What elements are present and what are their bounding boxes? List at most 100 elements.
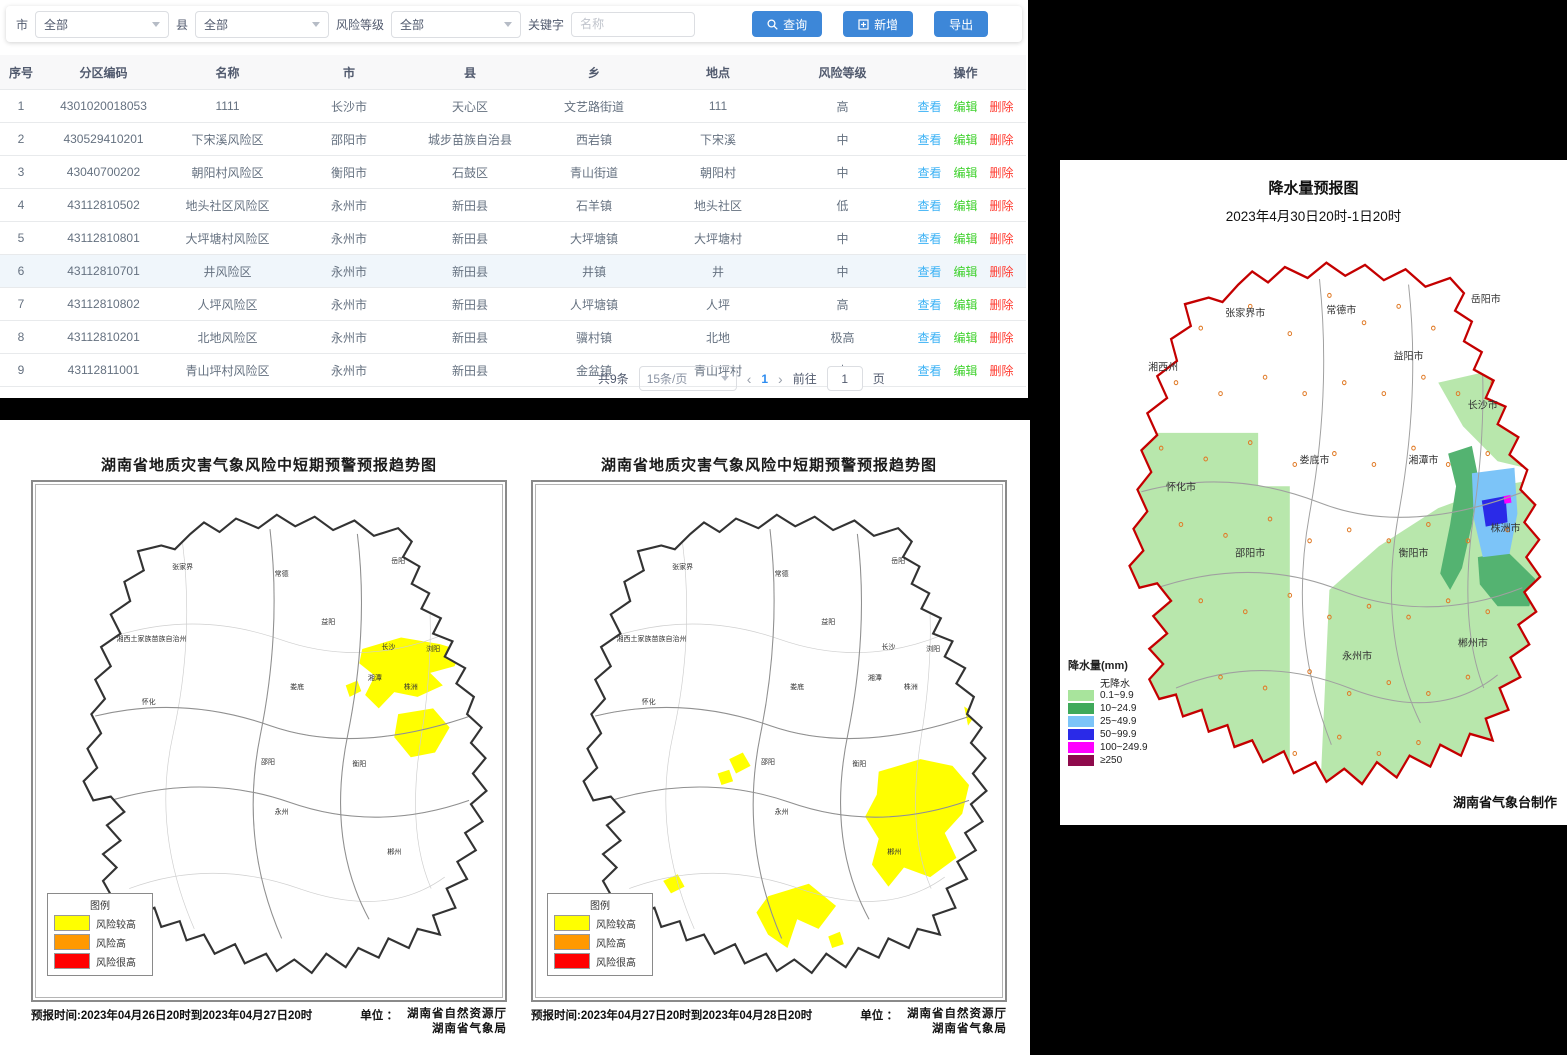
cell: 青山坪村风险区 (165, 354, 290, 387)
map-legend: 图例 风险较高风险高风险很高 (547, 893, 653, 976)
table-row: 543112810801大坪塘村风险区永州市新田县大坪塘镇大坪塘村中查看编辑删除 (0, 222, 1026, 255)
edit-link[interactable]: 编辑 (953, 232, 977, 246)
legend-label: ≥250 (1100, 755, 1122, 766)
delete-link[interactable]: 删除 (990, 364, 1014, 378)
cell: 井 (656, 255, 780, 288)
precip-map: 张家界市常德市岳阳市湘西州益阳市长沙市娄底市湘潭市株洲市怀化市邵阳市衡阳市永州市… (1082, 230, 1557, 808)
unit-org-2: 湖南省气象局 (407, 1022, 507, 1037)
delete-link[interactable]: 删除 (990, 133, 1014, 147)
legend-label: 100~249.9 (1100, 742, 1148, 753)
cell: 1 (0, 90, 42, 123)
cell-actions: 查看编辑删除 (905, 123, 1026, 156)
edit-link[interactable]: 编辑 (953, 166, 977, 180)
view-link[interactable]: 查看 (917, 133, 941, 147)
table-header-row: 序号分区编码名称市县乡地点风险等级操作 (0, 55, 1026, 90)
delete-link[interactable]: 删除 (990, 298, 1014, 312)
legend-swatch (554, 934, 590, 950)
view-link[interactable]: 查看 (917, 100, 941, 114)
page-unit-label: 页 (873, 370, 885, 387)
edit-link[interactable]: 编辑 (953, 364, 977, 378)
add-button[interactable]: 新增 (843, 11, 913, 37)
precip-legend: 降水量(mm) 无降水0.1~9.910~24.925~49.950~99.91… (1068, 657, 1148, 767)
table-row: 443112810502地头社区风险区永州市新田县石羊镇地头社区低查看编辑删除 (0, 189, 1026, 222)
cell: 111 (656, 90, 780, 123)
table-row: 343040700202朝阳村风险区衡阳市石鼓区青山街道朝阳村中查看编辑删除 (0, 156, 1026, 189)
edit-link[interactable]: 编辑 (953, 133, 977, 147)
cell: 极高 (780, 321, 905, 354)
delete-link[interactable]: 删除 (990, 331, 1014, 345)
forecast-time: 预报时间:2023年04月26日20时到2023年04月27日20时 (31, 1007, 312, 1037)
legend-item: 0.1~9.9 (1068, 689, 1148, 702)
delete-link[interactable]: 删除 (990, 232, 1014, 246)
legend-swatch (554, 953, 590, 969)
delete-link[interactable]: 删除 (990, 199, 1014, 213)
edit-link[interactable]: 编辑 (953, 331, 977, 345)
table-row: 843112810201北地风险区永州市新田县骥村镇北地极高查看编辑删除 (0, 321, 1026, 354)
table-body: 143010200180531111长沙市天心区文艺路街道111高查看编辑删除2… (0, 90, 1026, 387)
edit-link[interactable]: 编辑 (953, 199, 977, 213)
unit-org-1: 湖南省自然资源厅 (907, 1007, 1007, 1022)
cell: 城步苗族自治县 (408, 123, 532, 156)
risk-zone-table: 序号分区编码名称市县乡地点风险等级操作 143010200180531111长沙… (0, 55, 1026, 387)
cell: 新田县 (408, 189, 532, 222)
map-footer: 预报时间:2023年04月26日20时到2023年04月27日20时 单位 ： … (31, 1007, 507, 1037)
cell: 6 (0, 255, 42, 288)
delete-link[interactable]: 删除 (990, 265, 1014, 279)
cell: 石鼓区 (408, 156, 532, 189)
cell: 2 (0, 123, 42, 156)
view-link[interactable]: 查看 (917, 364, 941, 378)
view-link[interactable]: 查看 (917, 331, 941, 345)
keyword-filter-label: 关键字 (528, 16, 564, 33)
search-button[interactable]: 查询 (752, 11, 822, 37)
cell: 4301020018053 (42, 90, 165, 123)
risk-zone-panel: 市 全部 县 全部 风险等级 全部 关键字 查询 (0, 0, 1028, 398)
cell: 大坪塘村风险区 (165, 222, 290, 255)
cell: 永州市 (290, 288, 408, 321)
cell: 新田县 (408, 288, 532, 321)
cell: 3 (0, 156, 42, 189)
edit-link[interactable]: 编辑 (953, 100, 977, 114)
prev-page-button[interactable]: ‹ (747, 371, 752, 387)
risk-level-select[interactable]: 全部 (391, 11, 521, 38)
legend-label: 50~99.9 (1100, 729, 1136, 740)
view-link[interactable]: 查看 (917, 265, 941, 279)
cell: 430529410201 (42, 123, 165, 156)
county-select[interactable]: 全部 (195, 11, 329, 38)
pagination-bar: 共9条 15条/页 ‹ 1 › 前往 页 (598, 366, 885, 391)
delete-link[interactable]: 删除 (990, 100, 1014, 114)
total-count: 共9条 (598, 370, 629, 387)
view-link[interactable]: 查看 (917, 298, 941, 312)
delete-link[interactable]: 删除 (990, 166, 1014, 180)
legend-swatch (1068, 703, 1094, 714)
legend-label: 风险高 (596, 935, 626, 950)
cell: 青山街道 (532, 156, 656, 189)
keyword-input[interactable] (571, 12, 695, 37)
cell: 43112810502 (42, 189, 165, 222)
next-page-button[interactable]: › (778, 371, 783, 387)
view-link[interactable]: 查看 (917, 166, 941, 180)
edit-link[interactable]: 编辑 (953, 298, 977, 312)
current-page[interactable]: 1 (761, 372, 768, 386)
cell: 中 (780, 123, 905, 156)
goto-label: 前往 (793, 370, 817, 387)
edit-link[interactable]: 编辑 (953, 265, 977, 279)
cell: 西岩镇 (532, 123, 656, 156)
city-select[interactable]: 全部 (35, 11, 169, 38)
cell: 朝阳村风险区 (165, 156, 290, 189)
cell-actions: 查看编辑删除 (905, 222, 1026, 255)
legend-item: 无降水 (1068, 676, 1148, 689)
unit-org-2: 湖南省气象局 (907, 1022, 1007, 1037)
view-link[interactable]: 查看 (917, 199, 941, 213)
goto-page-input[interactable] (827, 366, 863, 391)
cell-actions: 查看编辑删除 (905, 90, 1026, 123)
view-link[interactable]: 查看 (917, 232, 941, 246)
export-button[interactable]: 导出 (934, 11, 988, 37)
column-header: 地点 (656, 55, 780, 90)
legend-item: 风险高 (554, 934, 646, 950)
page-size-select[interactable]: 15条/页 (639, 366, 737, 391)
filter-bar: 市 全部 县 全部 风险等级 全部 关键字 查询 (6, 6, 1022, 42)
cell: 北地风险区 (165, 321, 290, 354)
cell: 下宋溪 (656, 123, 780, 156)
cell: 5 (0, 222, 42, 255)
legend-item: 25~49.9 (1068, 715, 1148, 728)
